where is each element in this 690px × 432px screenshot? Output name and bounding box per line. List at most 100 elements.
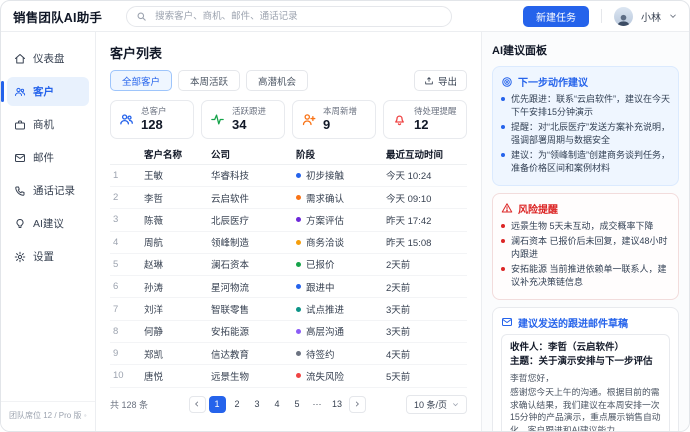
- avatar[interactable]: [614, 7, 633, 26]
- row-index: 4: [110, 237, 144, 248]
- row-index: 2: [110, 192, 144, 203]
- team-seats-info: 团队席位 12 / Pro 版: [1, 401, 95, 431]
- stat-label: 待处理提醒: [414, 106, 457, 117]
- row-index: 5: [110, 259, 144, 270]
- bullet-dot: [501, 125, 505, 129]
- team-seats-label: 团队席位 12 / Pro 版: [9, 410, 81, 421]
- customer-name: 赵琳: [144, 257, 211, 271]
- stage-dot: [296, 373, 301, 378]
- sidebar-item-label: 商机: [33, 117, 54, 132]
- search-icon: [136, 11, 147, 22]
- tab-active-this-week[interactable]: 本周活跃: [178, 70, 240, 91]
- stage-label: 商务洽谈: [306, 235, 344, 249]
- table-row[interactable]: 7 刘洋 智联零售 试点推进 3天前: [110, 298, 467, 320]
- row-index: 8: [110, 326, 144, 337]
- tab-all-customers[interactable]: 全部客户: [110, 70, 172, 91]
- sidebar-item-mail[interactable]: 邮件: [7, 143, 89, 172]
- customer-name: 王敏: [144, 168, 211, 182]
- info-icon[interactable]: [84, 411, 87, 420]
- chevron-down-icon[interactable]: [669, 12, 677, 20]
- global-search[interactable]: [126, 6, 452, 27]
- email-draft-box: 收件人：李哲（云启软件） 主题：关于演示安排与下一步评估 李哲您好，感谢您今天上…: [501, 334, 670, 431]
- mail-icon: [501, 316, 513, 328]
- filter-tabs: 全部客户 本周活跃 高潜机会 导出: [110, 70, 467, 91]
- stat-cards: 总客户 128 活跃跟进 34 本周新增 9 待处理提醒 12: [110, 100, 467, 139]
- last-interaction-time: 昨天 17:42: [386, 213, 467, 227]
- customer-name: 李哲: [144, 191, 211, 205]
- page-button[interactable]: 5: [289, 396, 306, 413]
- table-row[interactable]: 10 唐悦 远景生物 流失风险 5天前: [110, 365, 467, 387]
- search-input[interactable]: [153, 10, 442, 23]
- table-row[interactable]: 5 赵琳 澜石资本 已报价 2天前: [110, 254, 467, 276]
- email-body: 李哲您好，感谢您今天上午的沟通。根据目前的需求确认结果，我们建议在本周安排一次1…: [510, 372, 661, 431]
- stage-cell: 流失风险: [296, 369, 386, 383]
- user-name[interactable]: 小林: [641, 9, 661, 24]
- export-button[interactable]: 导出: [414, 70, 467, 91]
- stage-label: 高层沟通: [306, 324, 344, 338]
- row-index: 3: [110, 214, 144, 225]
- risk-list: 远景生物 5天未互动，成交概率下降澜石资本 已报价后未回复，建议48小时内跟进安…: [501, 220, 670, 289]
- stage-cell: 需求确认: [296, 191, 386, 205]
- sidebar-item-opportunities[interactable]: 商机: [7, 110, 89, 139]
- email-draft-card: 建议发送的跟进邮件草稿 收件人：李哲（云启软件） 主题：关于演示安排与下一步评估…: [492, 307, 679, 431]
- stat-active-followups: 活跃跟进 34: [201, 100, 285, 139]
- column-header-last-interaction: 最近互动时间: [386, 147, 467, 161]
- row-index: 6: [110, 281, 144, 292]
- next-actions-card: 下一步动作建议 优先跟进：联系“云启软件”，建议在今天下午安排15分钟演示提醒：…: [492, 66, 679, 186]
- sidebar-item-dashboard[interactable]: 仪表盘: [7, 44, 89, 73]
- page-button[interactable]: 1: [209, 396, 226, 413]
- risk-item: 安拓能源 当前推进依赖单一联系人，建议补充决策链信息: [501, 263, 670, 288]
- company-name: 北辰医疗: [211, 213, 296, 227]
- sidebar-item-label: 仪表盘: [33, 51, 65, 66]
- next-actions-title: 下一步动作建议: [518, 74, 588, 89]
- stage-dot: [296, 307, 301, 312]
- stage-dot: [296, 351, 301, 356]
- stage-dot: [296, 262, 301, 267]
- sidebar-item-settings[interactable]: 设置: [7, 242, 89, 271]
- email-body-line: 感谢您今天上午的沟通。根据目前的需求确认结果，我们建议在本周安排一次15分钟的产…: [510, 386, 661, 431]
- company-name: 星河物流: [211, 280, 296, 294]
- new-task-button[interactable]: 新建任务: [523, 6, 589, 27]
- target-icon: [501, 76, 513, 88]
- page-size-value: 10 条/页: [414, 398, 447, 411]
- risk-item: 远景生物 5天未互动，成交概率下降: [501, 220, 670, 233]
- sidebar-item-label: 客户: [33, 84, 54, 99]
- table-row[interactable]: 4 周航 领峰制造 商务洽谈 昨天 15:08: [110, 232, 467, 254]
- stage-label: 已报价: [306, 257, 335, 271]
- sidebar-item-label: 邮件: [33, 150, 54, 165]
- email-draft-header: 建议发送的跟进邮件草稿: [501, 315, 670, 330]
- page-button[interactable]: 3: [249, 396, 266, 413]
- table-row[interactable]: 1 王敏 华睿科技 初步接触 今天 10:24: [110, 165, 467, 187]
- export-icon: [424, 76, 434, 86]
- stat-value: 34: [232, 117, 266, 133]
- page-title: 客户列表: [110, 43, 467, 62]
- table-row[interactable]: 9 郑凯 信达教育 待签约 4天前: [110, 343, 467, 365]
- company-name: 智联零售: [211, 302, 296, 316]
- page-button[interactable]: 4: [269, 396, 286, 413]
- stage-label: 试点推进: [306, 302, 344, 316]
- table-row[interactable]: 8 何静 安拓能源 高层沟通 3天前: [110, 321, 467, 343]
- risk-title: 风险提醒: [518, 201, 558, 216]
- sidebar-item-call-log[interactable]: 通话记录: [7, 176, 89, 205]
- table-row[interactable]: 2 李哲 云启软件 需求确认 今天 09:10: [110, 187, 467, 209]
- stage-label: 初步接触: [306, 168, 344, 182]
- table-row[interactable]: 3 陈薇 北辰医疗 方案评估 昨天 17:42: [110, 209, 467, 231]
- ai-suggestion-panel: AI建议面板 下一步动作建议 优先跟进：联系“云启软件”，建议在今天下午安排15…: [481, 32, 689, 431]
- risk-card: 风险提醒 远景生物 5天未互动，成交概率下降澜石资本 已报价后未回复，建议48小…: [492, 193, 679, 300]
- page-button[interactable]: ···: [309, 396, 326, 413]
- stage-dot: [296, 217, 301, 222]
- sidebar-item-customers[interactable]: 客户: [7, 77, 89, 106]
- tab-high-potential[interactable]: 高潜机会: [246, 70, 308, 91]
- customer-name: 周航: [144, 235, 211, 249]
- page-button[interactable]: 2: [229, 396, 246, 413]
- prev-page-button[interactable]: [189, 396, 206, 413]
- header-divider: [601, 9, 602, 23]
- pagination-bar: 共 128 条 12345···13 10 条/页: [110, 395, 467, 414]
- next-page-button[interactable]: [349, 396, 366, 413]
- page-size-select[interactable]: 10 条/页: [406, 395, 467, 414]
- last-interaction-time: 昨天 15:08: [386, 235, 467, 249]
- page-button[interactable]: 13: [329, 396, 346, 413]
- table-row[interactable]: 6 孙涛 星河物流 跟进中 2天前: [110, 276, 467, 298]
- user-plus-icon: [301, 112, 316, 127]
- sidebar-item-ai-suggestions[interactable]: AI建议: [7, 209, 89, 238]
